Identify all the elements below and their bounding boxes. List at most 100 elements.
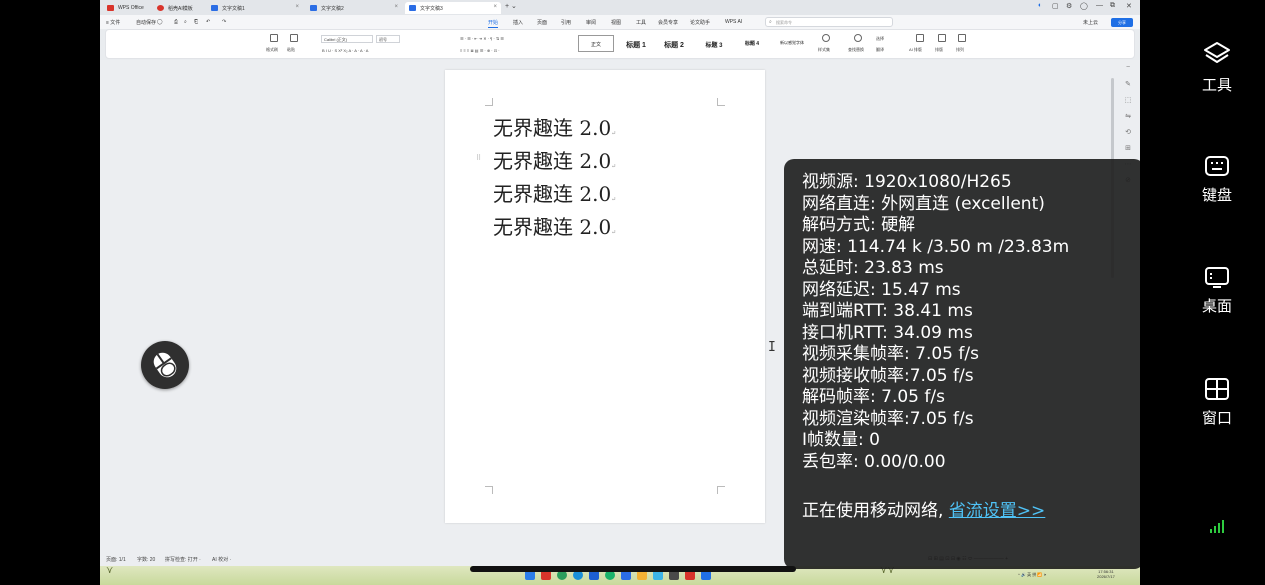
menu-references[interactable]: 引用 <box>561 19 571 26</box>
system-tray[interactable]: ^ 🔊 英 拼 📶 🕨 <box>1018 572 1046 578</box>
layout-label[interactable]: 排版 <box>935 47 943 53</box>
preview-icon[interactable]: ⌕ <box>184 19 187 25</box>
tab-ai-templates[interactable]: 稻壳AI模板 <box>153 2 205 14</box>
word-count[interactable]: 字数: 20 <box>137 556 155 563</box>
menu-member[interactable]: 会员专享 <box>658 19 678 26</box>
close-icon[interactable]: × <box>493 4 497 10</box>
stat-e2e-rtt: 端到端RTT: 38.41 ms <box>802 301 973 321</box>
style-custom[interactable]: 新以感觉字体 <box>772 35 812 52</box>
close-window-button[interactable]: ✕ <box>1126 2 1132 10</box>
format-painter-icon[interactable] <box>270 34 278 42</box>
data-saving-settings-link[interactable]: 省流设置>> <box>949 501 1046 521</box>
menu-wps-ai[interactable]: WPS AI <box>725 19 742 25</box>
close-icon[interactable]: × <box>295 4 299 10</box>
tab-document-3[interactable]: 文字文稿3 × <box>405 2 501 14</box>
keyboard-icon <box>1205 156 1229 176</box>
sidebar-item-label: 窗口 <box>1201 410 1232 427</box>
document-line[interactable]: 无界趣连 2.0↵ <box>493 112 616 141</box>
font-name-select[interactable]: Calibri (正文) <box>321 35 373 43</box>
ai-layout-icon[interactable] <box>916 34 924 42</box>
restore-button[interactable]: ⧉ <box>1110 2 1115 10</box>
font-size-select[interactable]: 初号 <box>376 35 400 43</box>
style-heading-4[interactable]: 标题 4 <box>734 35 770 52</box>
style-heading-2[interactable]: 标题 2 <box>656 35 692 52</box>
style-heading-1[interactable]: 标题 1 <box>618 35 654 52</box>
swap-icon[interactable]: ⇋ <box>1120 112 1136 128</box>
select-label[interactable]: 选择 <box>876 36 884 42</box>
close-icon[interactable]: × <box>394 4 398 10</box>
network-notice: 正在使用移动网络, 省流设置>> <box>802 496 1045 521</box>
ai-proofread[interactable]: AI 校对 · <box>212 556 231 563</box>
redo-icon[interactable]: ↷ <box>222 19 226 25</box>
spell-check-status[interactable]: 拼写检查: 打开 · <box>165 556 201 563</box>
select-icon[interactable]: ⬚ <box>1120 96 1136 112</box>
tab-label: 文字文稿1 <box>222 6 245 12</box>
menu-page[interactable]: 页面 <box>537 19 547 26</box>
menu-insert[interactable]: 插入 <box>513 19 523 26</box>
sidebar-item-desktop[interactable]: 桌面 <box>1188 265 1246 316</box>
document-line[interactable]: 无界趣连 2.0↵ <box>493 211 616 240</box>
share-button[interactable]: 分享 <box>1111 18 1133 27</box>
menu-home[interactable]: 开始 <box>488 19 498 26</box>
ai-layout-label[interactable]: AI 排版 <box>909 47 922 53</box>
arrange-icon[interactable] <box>958 34 966 42</box>
paragraph-mark-icon: ↵ <box>611 163 617 170</box>
bottom-drag-handle[interactable] <box>470 566 796 572</box>
settings-icon[interactable]: ⚙ <box>1066 2 1072 10</box>
command-search-input[interactable]: ⌕ 搜索命令 <box>765 17 893 27</box>
wps-menu-bar: ≡ 文件 自动保存 ◯ ⎙ ⌕ ⎗ ↶ ↷ 开始 插入 页面 引用 审阅 视图 … <box>100 15 1140 29</box>
history-icon[interactable]: ⟲ <box>1120 128 1136 144</box>
line-text: 无界趣连 2.0 <box>493 182 612 206</box>
stat-decode-mode: 解码方式: 硬解 <box>802 215 916 235</box>
floating-mouse-button[interactable] <box>141 341 189 389</box>
sidebar-item-tools[interactable]: 工具 <box>1188 40 1246 95</box>
paste-icon[interactable] <box>290 34 298 42</box>
undo-icon[interactable]: ↶ <box>206 19 210 25</box>
sidebar-item-label: 工具 <box>1201 77 1232 94</box>
menu-review[interactable]: 审阅 <box>586 19 596 26</box>
document-page[interactable]: ⠿ 无界趣连 2.0↵ 无界趣连 2.0↵ 无界趣连 2.0↵ 无界趣连 2.0… <box>445 70 765 523</box>
stat-capture-fps: 视频采集帧率: 7.05 f/s <box>802 344 979 364</box>
new-tab-button[interactable]: + ⌄ <box>505 2 517 10</box>
account-icon[interactable]: ◐ <box>1038 2 1042 9</box>
tab-label: 文字文稿2 <box>321 6 344 12</box>
avatar[interactable]: ◯ <box>1080 2 1088 10</box>
system-clock[interactable]: 17:56:31 2026/7/17 <box>1097 569 1115 579</box>
paragraph-buttons-top[interactable]: ☰ · ☰ · ⇤ ⇥ ✕ · ¶ · ⇅ ☰ <box>460 36 504 41</box>
style-set-label[interactable]: 样式集 <box>818 47 830 53</box>
sidebar-item-window[interactable]: 窗口 <box>1188 377 1246 428</box>
menu-tools[interactable]: 工具 <box>636 19 646 26</box>
tab-view-icon[interactable]: ▢ <box>1052 2 1059 10</box>
menu-view[interactable]: 视图 <box>611 19 621 26</box>
sidebar-item-keyboard[interactable]: 键盘 <box>1188 154 1246 205</box>
cloud-status[interactable]: 未上云 <box>1083 19 1098 26</box>
find-replace-label[interactable]: 查找替换 <box>848 47 864 53</box>
pen-icon[interactable]: ✎ <box>1120 80 1136 96</box>
arrange-label[interactable]: 排列 <box>956 47 964 53</box>
stat-network-latency: 网络延迟: 15.47 ms <box>802 279 961 300</box>
paragraph-handle-icon[interactable]: ⠿ <box>476 154 481 162</box>
print-icon[interactable]: ⎙ <box>174 19 178 25</box>
tab-document-1[interactable]: 文字文稿1 × <box>207 2 303 14</box>
paragraph-buttons-bottom[interactable]: ≡ ≡ ≡ ≣ ▤ ☰ · ⊕ · ⊡ · <box>460 48 500 53</box>
layout-icon[interactable] <box>938 34 946 42</box>
document-line[interactable]: 无界趣连 2.0↵ <box>493 178 616 207</box>
grid-icon[interactable]: ⊞ <box>1120 144 1136 160</box>
autosave-toggle[interactable]: ◯ <box>157 19 163 25</box>
style-normal[interactable]: 正文 <box>578 35 614 52</box>
style-heading-3[interactable]: 标题 3 <box>696 35 732 52</box>
menu-paper-assistant[interactable]: 论文助手 <box>690 19 710 26</box>
window-grid-icon <box>1205 378 1229 400</box>
translate-label[interactable]: 翻译 <box>876 47 884 53</box>
tab-document-2[interactable]: 文字文稿2 × <box>306 2 402 14</box>
find-replace-icon[interactable] <box>854 34 862 42</box>
page-count[interactable]: 页面: 1/1 <box>106 556 126 563</box>
collapse-icon[interactable]: − <box>1120 64 1136 80</box>
document-line[interactable]: 无界趣连 2.0↵ <box>493 145 616 174</box>
font-format-buttons[interactable]: B I U · S X² X₂ A · A · A · A <box>322 48 368 53</box>
minimize-button[interactable]: — <box>1096 2 1103 9</box>
style-set-icon[interactable] <box>822 34 830 42</box>
save-icon[interactable]: ⎗ <box>194 19 198 25</box>
tab-wps-office[interactable]: WPS Office <box>103 2 151 14</box>
file-menu[interactable]: ≡ 文件 <box>106 19 120 26</box>
